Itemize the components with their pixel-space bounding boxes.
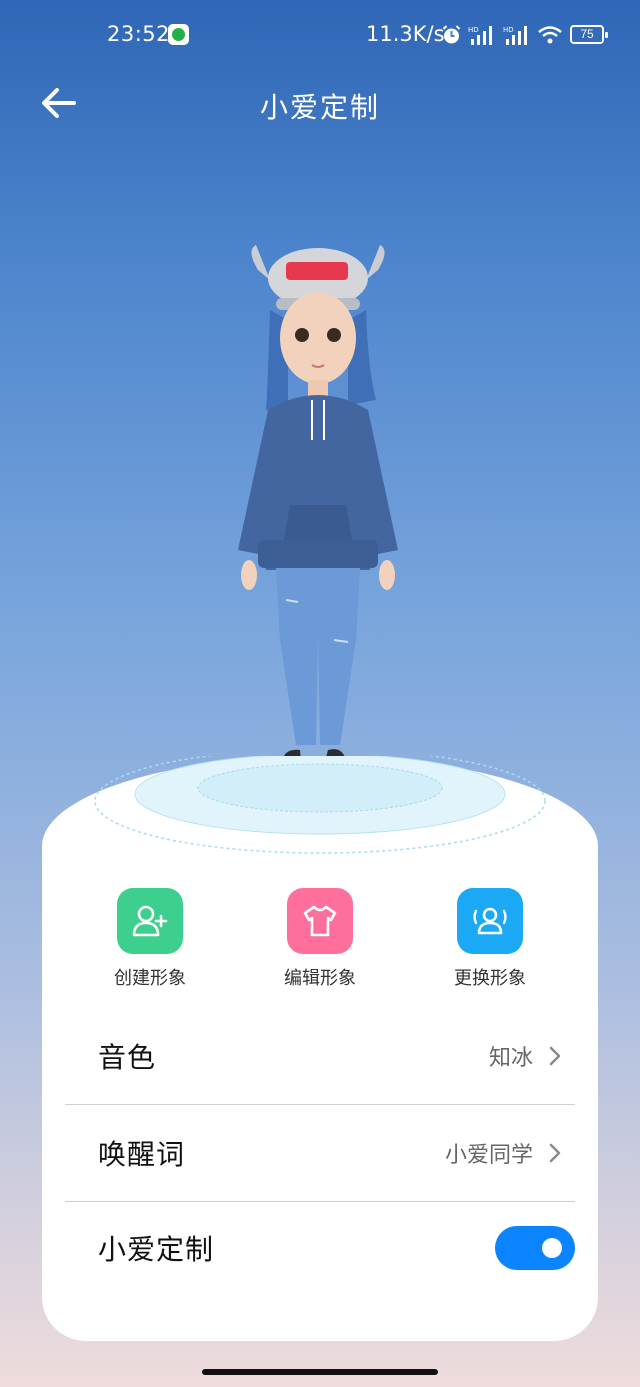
network-speed: 11.3K/s xyxy=(366,22,445,46)
wake-word-row[interactable]: 唤醒词 小爱同学 xyxy=(65,1105,575,1201)
hd-signal-icon: HD xyxy=(468,26,492,45)
create-avatar-tile xyxy=(117,888,183,954)
page-title: 小爱定制 xyxy=(259,91,380,124)
wake-word-value: 小爱同学 xyxy=(444,1143,533,1168)
edit-avatar-label: 编辑形象 xyxy=(284,968,356,989)
platform-rings xyxy=(94,756,546,854)
status-time: 23:52 xyxy=(107,22,171,46)
wake-word-label: 唤醒词 xyxy=(98,1138,186,1171)
custom-row: 小爱定制 xyxy=(65,1200,575,1296)
chevron-right-icon xyxy=(549,1046,561,1066)
svg-text:HD: HD xyxy=(468,26,479,34)
hd-signal-icon: HD xyxy=(503,26,527,45)
avatar-figure[interactable] xyxy=(228,240,408,810)
app-badge-icon xyxy=(168,24,189,45)
wifi-icon xyxy=(538,26,562,44)
voice-value: 知冰 xyxy=(488,1046,533,1071)
create-avatar-label: 创建形象 xyxy=(114,968,186,989)
change-avatar-tile xyxy=(457,888,523,954)
battery-icon: 75 xyxy=(570,25,608,44)
create-avatar-button[interactable]: 创建形象 xyxy=(85,888,215,990)
switch-user-icon xyxy=(473,907,507,935)
change-avatar-label: 更换形象 xyxy=(454,968,526,989)
add-user-icon xyxy=(132,905,168,937)
edit-avatar-tile xyxy=(287,888,353,954)
custom-label: 小爱定制 xyxy=(98,1233,215,1266)
edit-avatar-button[interactable]: 编辑形象 xyxy=(255,888,385,990)
status-bar: 23:52 11.3K/s HD HD 75 xyxy=(0,0,640,70)
svg-text:HD: HD xyxy=(503,26,514,34)
alarm-icon xyxy=(442,25,461,44)
change-avatar-button[interactable]: 更换形象 xyxy=(425,888,555,990)
voice-label: 音色 xyxy=(98,1041,157,1074)
custom-toggle[interactable] xyxy=(495,1226,575,1270)
toggle-knob xyxy=(542,1238,562,1258)
voice-row[interactable]: 音色 知冰 xyxy=(65,1008,575,1104)
chevron-right-icon xyxy=(549,1143,561,1163)
shirt-icon xyxy=(303,905,337,937)
home-indicator[interactable] xyxy=(202,1369,438,1375)
